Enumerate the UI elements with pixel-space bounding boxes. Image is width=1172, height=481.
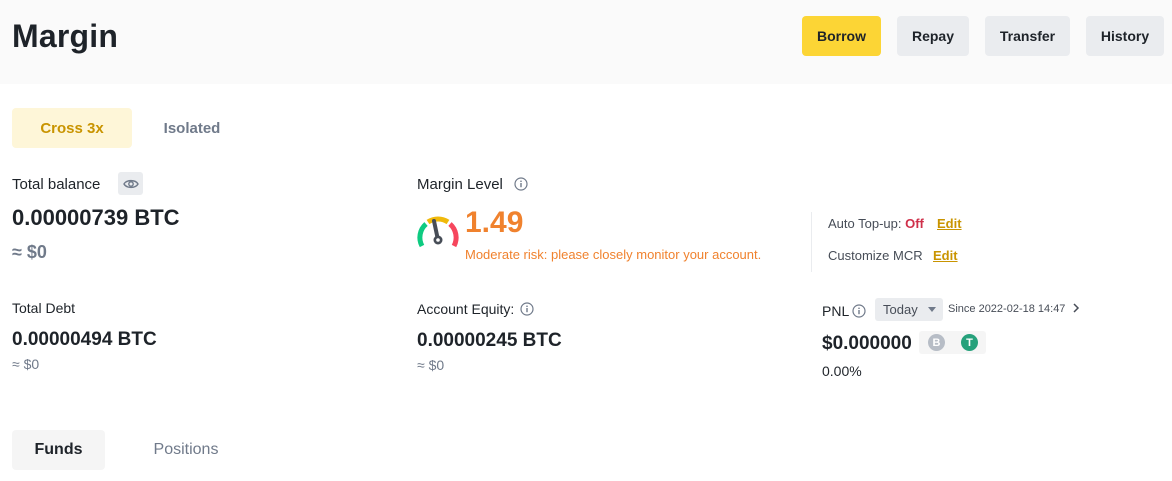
- page-title: Margin: [12, 18, 119, 54]
- total-balance-value: 0.00000739 BTC: [12, 205, 180, 230]
- pnl-period-select[interactable]: Today: [875, 298, 943, 321]
- auto-topup-edit-link[interactable]: Edit: [937, 216, 962, 231]
- margin-risk-text: Moderate risk: please closely monitor yo…: [465, 247, 762, 262]
- page-header: Margin Borrow Repay Transfer History: [0, 0, 1172, 84]
- margin-level-value: 1.49: [465, 206, 524, 239]
- account-equity-approx: ≈ $0: [417, 357, 445, 373]
- total-debt-value: 0.00000494 BTC: [12, 329, 157, 350]
- gauge-icon: [417, 216, 459, 248]
- tab-isolated[interactable]: Isolated: [140, 108, 244, 148]
- total-balance-approx: ≈ $0: [12, 242, 47, 262]
- borrow-button[interactable]: Borrow: [802, 16, 881, 56]
- pnl-since-link[interactable]: Since 2022-02-18 14:47: [948, 303, 1080, 315]
- total-debt-label: Total Debt: [12, 300, 76, 316]
- tab-cross[interactable]: Cross 3x: [12, 108, 132, 148]
- btc-coin-icon[interactable]: B: [928, 334, 945, 351]
- divider: [811, 212, 812, 272]
- total-balance-label: Total balance: [12, 176, 101, 193]
- repay-button[interactable]: Repay: [897, 16, 969, 56]
- history-button[interactable]: History: [1086, 16, 1164, 56]
- customize-mcr-edit-link[interactable]: Edit: [933, 248, 958, 263]
- tab-positions[interactable]: Positions: [139, 430, 233, 470]
- pnl-label: PNL: [822, 303, 850, 319]
- customize-mcr-label: Customize MCR: [828, 248, 923, 263]
- info-icon[interactable]: [514, 177, 528, 191]
- auto-topup-status: Off: [905, 216, 924, 231]
- pnl-percent: 0.00%: [822, 363, 862, 379]
- usdt-coin-icon[interactable]: T: [961, 334, 978, 351]
- margin-level-label: Margin Level: [417, 176, 503, 193]
- toggle-visibility-button[interactable]: [118, 172, 143, 195]
- info-icon[interactable]: [852, 304, 866, 318]
- eye-icon: [122, 179, 139, 188]
- pnl-value: $0.000000: [822, 333, 912, 354]
- chevron-right-icon: [1072, 303, 1079, 313]
- chevron-down-icon: [928, 307, 936, 312]
- auto-topup-label: Auto Top-up: Off: [828, 216, 924, 231]
- transfer-button[interactable]: Transfer: [985, 16, 1070, 56]
- pnl-since-text: Since 2022-02-18 14:47: [948, 303, 1066, 315]
- info-icon[interactable]: [520, 302, 534, 316]
- tab-funds[interactable]: Funds: [12, 430, 105, 470]
- pnl-coin-switch[interactable]: B T: [919, 331, 986, 354]
- account-equity-value: 0.00000245 BTC: [417, 330, 562, 351]
- auto-topup-text: Auto Top-up:: [828, 216, 902, 231]
- account-equity-label: Account Equity:: [417, 301, 515, 317]
- total-debt-approx: ≈ $0: [12, 356, 40, 372]
- pnl-period-value: Today: [883, 302, 918, 317]
